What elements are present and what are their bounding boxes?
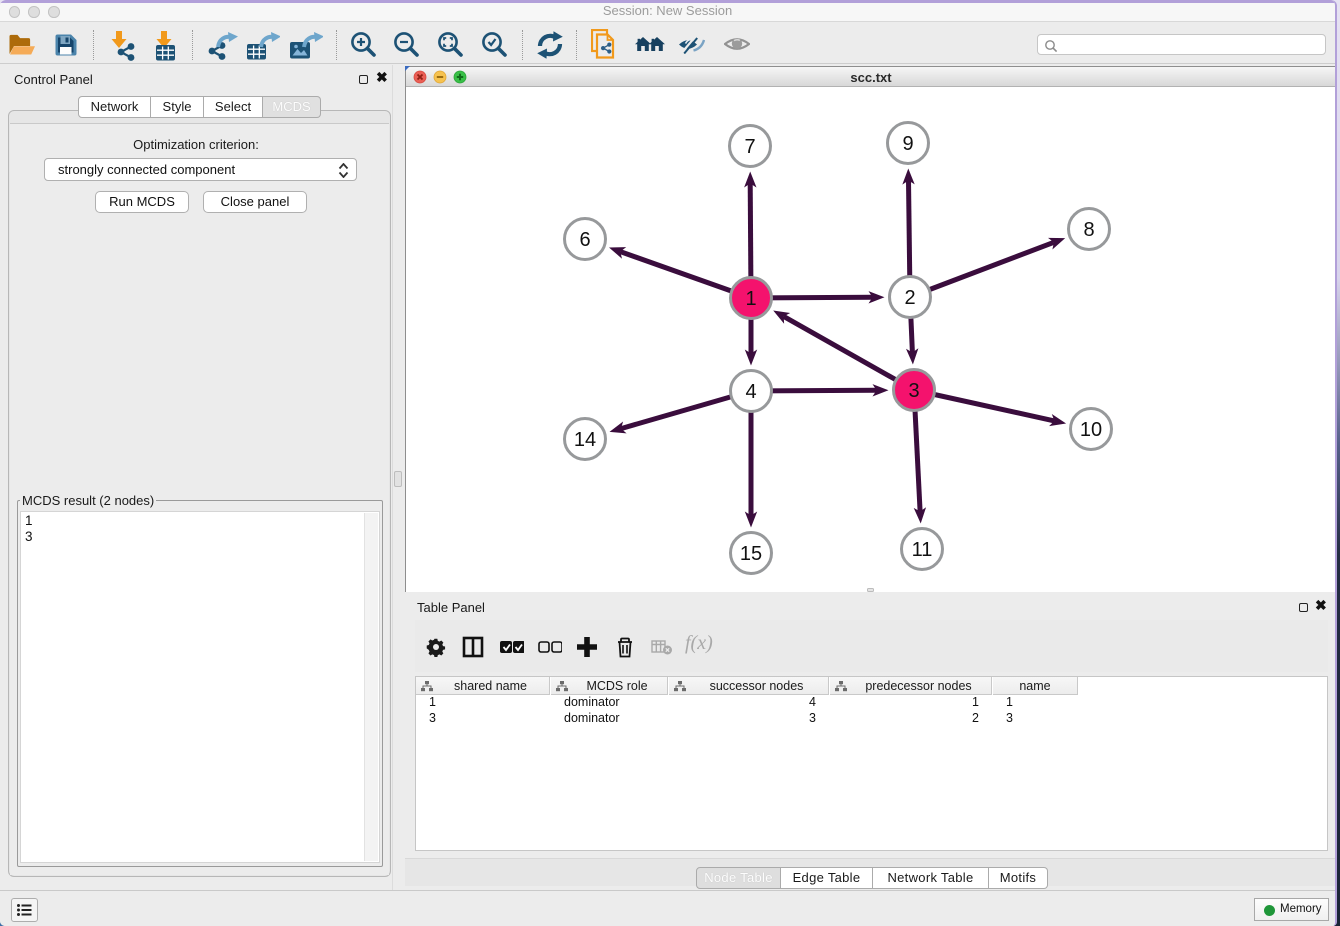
svg-text:4: 4 <box>745 381 756 403</box>
svg-text:2: 2 <box>904 287 915 309</box>
svg-text:7: 7 <box>744 136 755 158</box>
svg-text:10: 10 <box>1080 419 1102 441</box>
svg-text:1: 1 <box>745 288 756 310</box>
svg-text:9: 9 <box>902 133 913 155</box>
svg-text:11: 11 <box>912 539 933 561</box>
svg-text:14: 14 <box>574 429 596 451</box>
svg-text:15: 15 <box>740 543 762 565</box>
svg-text:6: 6 <box>579 229 590 251</box>
svg-text:3: 3 <box>908 380 919 402</box>
svg-text:8: 8 <box>1083 219 1094 241</box>
